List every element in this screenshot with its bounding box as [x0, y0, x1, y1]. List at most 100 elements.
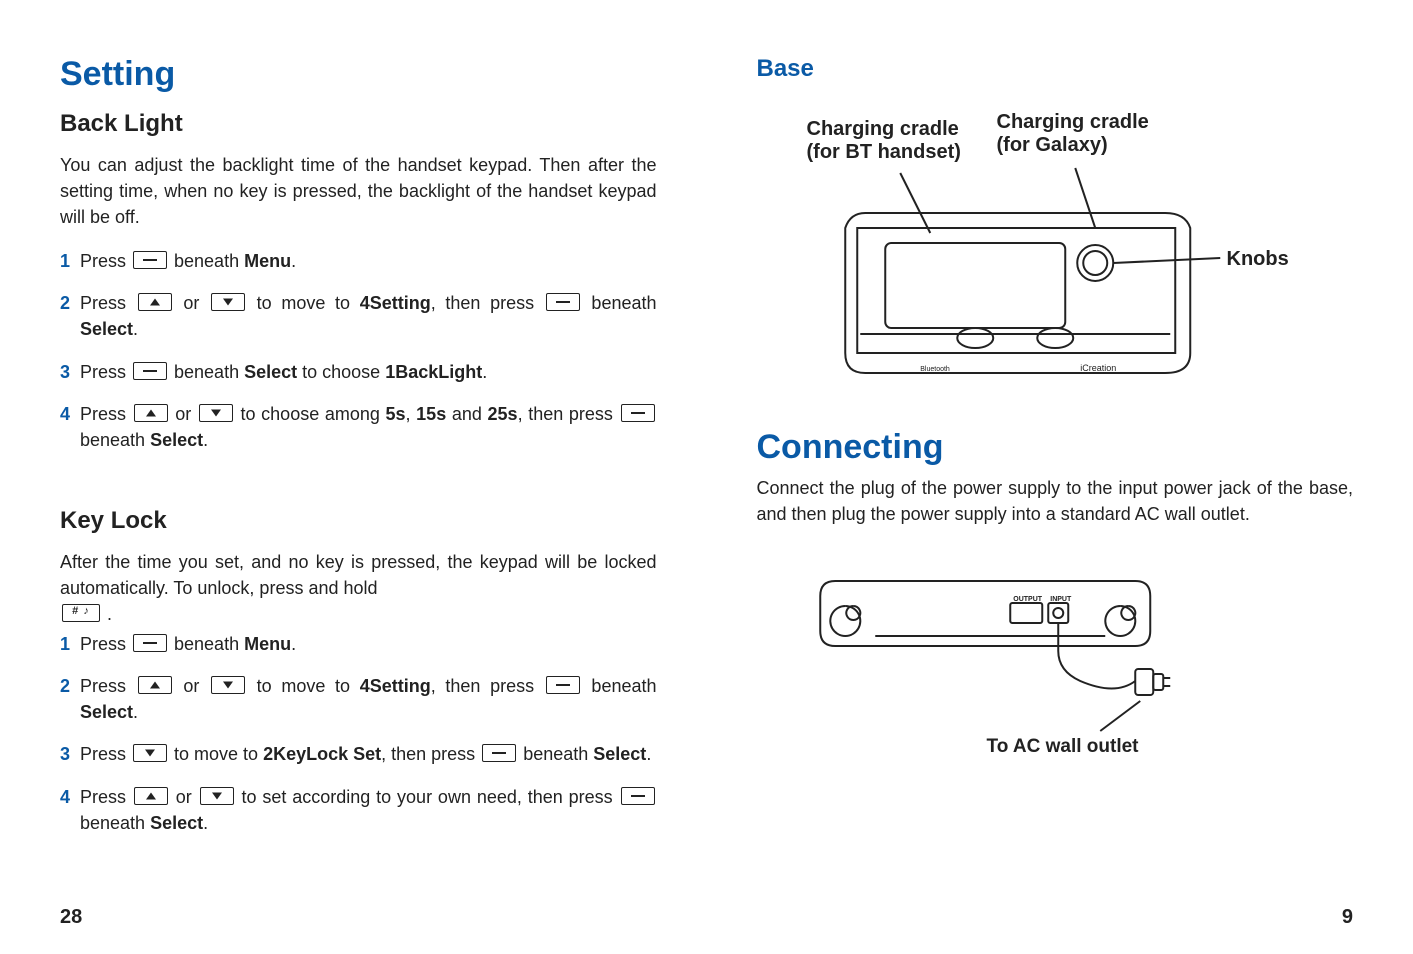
logo-icreation: iCreation: [1080, 363, 1116, 373]
dash-key-icon: [621, 404, 655, 422]
page-left: Setting Back Light You can adjust the ba…: [60, 55, 657, 954]
intro-text: After the time you set, and no key is pr…: [60, 552, 657, 598]
label-cradle-galaxy: Charging cradle (for Galaxy): [997, 111, 1167, 157]
down-arrow-key-icon: [211, 676, 245, 694]
step-text: beneath: [169, 634, 244, 654]
step: 2 Press or to move to 4Setting, then pre…: [60, 290, 657, 342]
step-text: .: [133, 702, 138, 722]
step-text: to choose among: [235, 404, 386, 424]
step-text: , then press: [431, 676, 544, 696]
step-text: Press: [80, 251, 131, 271]
bold: Menu: [244, 634, 291, 654]
step-text: Press: [80, 404, 132, 424]
bold: Menu: [244, 251, 291, 271]
up-arrow-key-icon: [138, 676, 172, 694]
bold: Select: [593, 744, 646, 764]
label-ac-outlet: To AC wall outlet: [987, 736, 1139, 758]
heading-base: Base: [757, 55, 1354, 83]
bold: 1BackLight: [385, 362, 482, 382]
steps-backlight: 1 Press beneath Menu. 2 Press or to move…: [60, 248, 657, 469]
step: 1 Press beneath Menu.: [60, 631, 657, 657]
step-text: , then press: [518, 404, 619, 424]
step-text: .: [646, 744, 651, 764]
dash-key-icon: [621, 787, 655, 805]
step-text: Press: [80, 744, 131, 764]
step: 4 Press or to set according to your own …: [60, 784, 657, 836]
step-text: , then press: [381, 744, 480, 764]
step: 2 Press or to move to 4Setting, then pre…: [60, 673, 657, 725]
dash-key-icon: [133, 251, 167, 269]
step-text: , then press: [431, 293, 544, 313]
step-text: Press: [80, 293, 136, 313]
down-arrow-key-icon: [133, 744, 167, 762]
paragraph-connecting: Connect the plug of the power supply to …: [757, 475, 1354, 527]
dash-key-icon: [546, 293, 580, 311]
up-arrow-key-icon: [134, 404, 168, 422]
step-number: 3: [60, 359, 70, 385]
down-arrow-key-icon: [211, 293, 245, 311]
step-number: 1: [60, 631, 70, 657]
intro-text: .: [102, 604, 112, 624]
bold: Select: [80, 319, 133, 339]
step-text: beneath: [518, 744, 593, 764]
bold: 4Setting: [360, 293, 431, 313]
step: 1 Press beneath Menu.: [60, 248, 657, 274]
step-text: or: [174, 293, 209, 313]
step-text: beneath: [582, 676, 657, 696]
step-text: beneath: [169, 362, 244, 382]
heading-setting: Setting: [60, 55, 657, 94]
bold: Select: [80, 702, 133, 722]
step-text: .: [291, 634, 296, 654]
step-text: .: [291, 251, 296, 271]
paragraph-keylock-intro: After the time you set, and no key is pr…: [60, 549, 657, 627]
step-number: 1: [60, 248, 70, 274]
step-number: 2: [60, 673, 70, 699]
step-text: to move to: [247, 676, 360, 696]
down-arrow-key-icon: [200, 787, 234, 805]
step-number: 4: [60, 784, 70, 810]
label-knobs: Knobs: [1227, 248, 1289, 271]
step-text: .: [203, 430, 208, 450]
step-text: beneath: [582, 293, 657, 313]
dash-key-icon: [546, 676, 580, 694]
step-text: beneath: [169, 251, 244, 271]
step-text: .: [133, 319, 138, 339]
port-input-label: INPUT: [1050, 596, 1072, 603]
bold: 5s: [386, 404, 406, 424]
heading-keylock: Key Lock: [60, 507, 657, 535]
paragraph-backlight-intro: You can adjust the backlight time of the…: [60, 152, 657, 230]
bold: 4Setting: [360, 676, 431, 696]
step-text: and: [446, 404, 487, 424]
step-text: or: [170, 787, 198, 807]
heading-connecting: Connecting: [757, 428, 1354, 467]
step-text: .: [203, 813, 208, 833]
step-text: beneath: [80, 813, 150, 833]
page-number-left: 28: [60, 906, 82, 929]
steps-keylock: 1 Press beneath Menu. 2 Press or to move…: [60, 631, 657, 852]
page-right: Base Charging cradle (for BT handset) Ch…: [757, 55, 1354, 954]
step-text: or: [174, 676, 209, 696]
heading-backlight: Back Light: [60, 110, 657, 138]
page-spread: Setting Back Light You can adjust the ba…: [60, 55, 1353, 954]
step-text: to move to: [247, 293, 360, 313]
connect-diagram: To AC wall outlet: [757, 551, 1354, 786]
up-arrow-key-icon: [134, 787, 168, 805]
step-number: 3: [60, 741, 70, 767]
dash-key-icon: [133, 634, 167, 652]
step: 3 Press to move to 2KeyLock Set, then pr…: [60, 741, 657, 767]
dash-key-icon: [133, 362, 167, 380]
step: 4 Press or to choose among 5s, 15s and 2…: [60, 401, 657, 453]
label-cradle-bt: Charging cradle (for BT handset): [807, 118, 977, 164]
bold: 2KeyLock Set: [263, 744, 381, 764]
step-text: Press: [80, 634, 131, 654]
step-text: to choose: [297, 362, 385, 382]
step-text: to set according to your own need, then …: [236, 787, 619, 807]
step-number: 2: [60, 290, 70, 316]
bold: 15s: [416, 404, 446, 424]
step-text: Press: [80, 362, 131, 382]
step-text: beneath: [80, 430, 150, 450]
bold: Select: [150, 813, 203, 833]
port-output-label: OUTPUT: [1013, 596, 1043, 603]
step-text: Press: [80, 676, 136, 696]
step-text: .: [482, 362, 487, 382]
